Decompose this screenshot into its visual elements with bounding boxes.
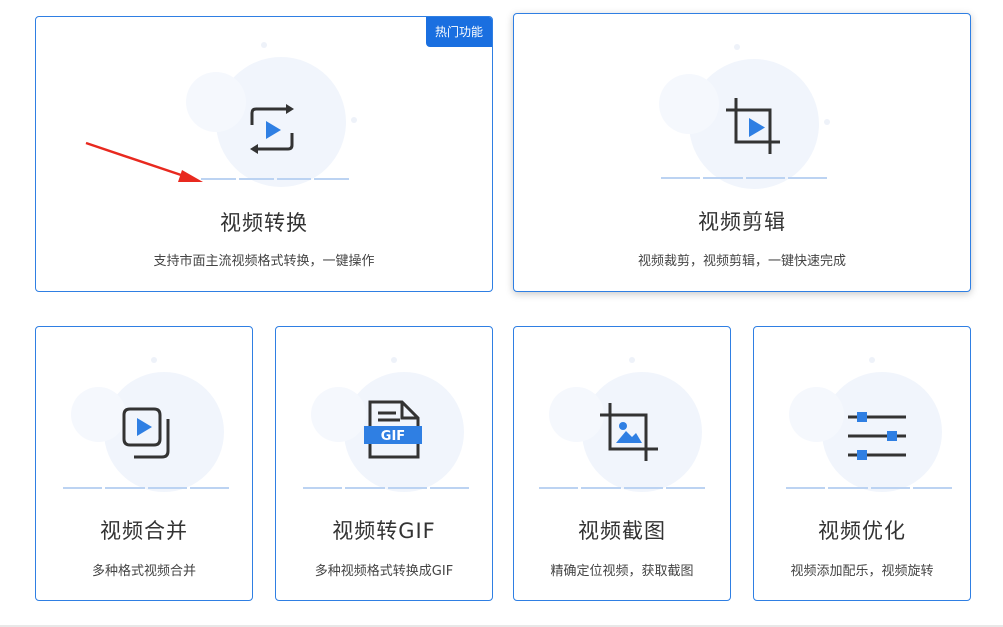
- card-video-optimize[interactable]: 视频优化 视频添加配乐，视频旋转: [753, 326, 971, 601]
- decor-blob: [659, 74, 719, 134]
- card-video-to-gif[interactable]: GIF 视频转GIF 多种视频格式转换成GIF: [275, 326, 493, 601]
- card-description: 支持市面主流视频格式转换，一键操作: [153, 254, 375, 269]
- sliders-icon: [848, 412, 906, 460]
- decor-baseline: [786, 487, 952, 489]
- decor-dot: [391, 357, 397, 363]
- card-description: 视频添加配乐，视频旋转: [790, 564, 934, 579]
- decor-dot: [629, 357, 635, 363]
- hot-feature-badge: 热门功能: [425, 17, 492, 47]
- card-video-screenshot[interactable]: 视频截图 精确定位视频，获取截图: [513, 326, 731, 601]
- decor-baseline: [63, 487, 229, 489]
- decor-blob: [311, 387, 366, 442]
- decor-dot: [261, 42, 267, 48]
- decor-dot: [824, 119, 830, 125]
- card-video-merge[interactable]: 视频合并 多种格式视频合并: [35, 326, 253, 601]
- decor-baseline: [539, 487, 705, 489]
- gif-label: GIF: [380, 429, 406, 444]
- card-description: 多种格式视频合并: [91, 564, 196, 579]
- card-title: 视频合并: [100, 519, 188, 543]
- card-title: 视频剪辑: [698, 210, 786, 234]
- decor-dot: [351, 117, 357, 123]
- card-video-edit[interactable]: 视频剪辑 视频裁剪，视频剪辑，一键快速完成: [513, 13, 971, 292]
- decor-blob: [71, 387, 126, 442]
- card-description: 视频裁剪，视频剪辑，一键快速完成: [637, 254, 846, 269]
- decor-dot: [151, 357, 157, 363]
- video-convert-icon: [250, 104, 294, 154]
- decor-blob: [789, 387, 844, 442]
- video-merge-icon: [122, 407, 170, 459]
- card-description: 精确定位视频，获取截图: [550, 564, 694, 579]
- card-title: 视频转GIF: [332, 519, 436, 543]
- decor-baseline: [303, 487, 469, 489]
- decor-dot: [869, 357, 875, 363]
- card-title: 视频优化: [818, 519, 906, 543]
- card-video-convert[interactable]: 热门功能 视频转换 支持市面主流视频格式转换，一键操作: [35, 16, 493, 292]
- decor-blob: [186, 72, 246, 132]
- card-title: 视频截图: [578, 519, 666, 543]
- card-description: 多种视频格式转换成GIF: [314, 564, 454, 579]
- crop-image-icon: [600, 403, 658, 461]
- decor-dot: [734, 44, 740, 50]
- decor-baseline: [661, 177, 827, 179]
- decor-baseline: [201, 178, 349, 180]
- crop-video-icon: [726, 98, 780, 154]
- card-title: 视频转换: [220, 211, 308, 235]
